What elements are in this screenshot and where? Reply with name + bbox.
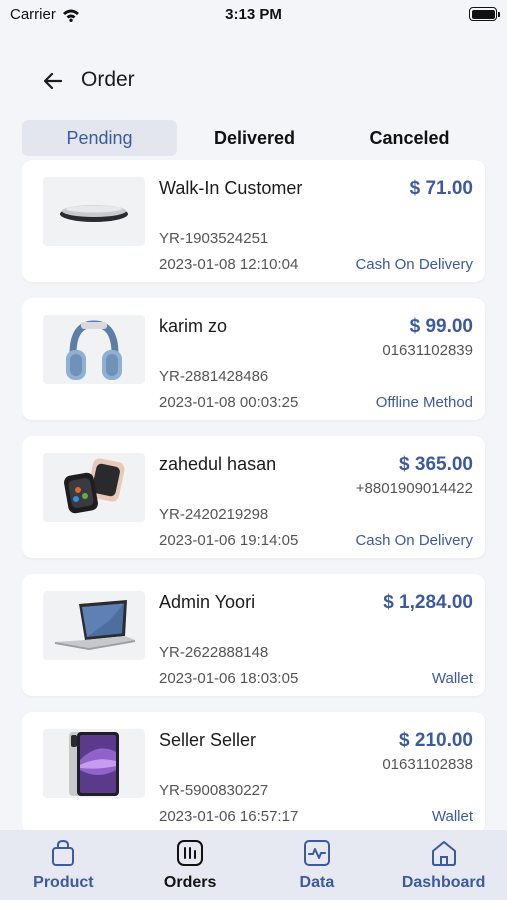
nav-orders[interactable]: Orders <box>127 830 254 900</box>
back-button[interactable] <box>38 68 68 94</box>
smartwatch-icon <box>64 457 125 513</box>
laptop-icon <box>55 599 135 650</box>
order-amount: $ 71.00 <box>409 178 473 199</box>
order-card[interactable]: Admin Yoori $ 1,284.00 YR-2622888148 202… <box>22 574 485 696</box>
battery-icon <box>469 7 500 21</box>
order-card[interactable]: Seller Seller $ 210.00 01631102838 YR-59… <box>22 712 485 830</box>
tab-delivered[interactable]: Delivered <box>177 120 332 156</box>
nav-dashboard[interactable]: Dashboard <box>380 830 507 900</box>
order-date: 2023-01-06 19:14:05 <box>159 532 299 549</box>
product-thumbnail <box>43 315 145 384</box>
order-id: YR-2420219298 <box>159 506 269 523</box>
order-list: Walk-In Customer $ 71.00 YR-1903524251 2… <box>22 160 487 830</box>
order-date: 2023-01-06 18:03:05 <box>159 670 299 687</box>
page-title: Order <box>81 68 135 91</box>
customer-name: Admin Yoori <box>159 592 256 612</box>
nav-data[interactable]: Data <box>254 830 381 900</box>
payment-method: Cash On Delivery <box>355 532 473 549</box>
customer-phone: 01631102838 <box>382 756 473 773</box>
bag-icon <box>52 839 75 866</box>
nav-label: Data <box>299 874 335 891</box>
payment-method: Cash On Delivery <box>355 256 473 273</box>
mouse-icon <box>60 204 128 222</box>
customer-name: Walk-In Customer <box>159 178 303 198</box>
order-id: YR-1903524251 <box>159 230 269 247</box>
order-amount: $ 1,284.00 <box>383 592 473 613</box>
bottom-navigation: Product Orders Data Dashboard <box>0 830 507 900</box>
order-id: YR-2622888148 <box>159 644 269 661</box>
payment-method: Wallet <box>431 670 473 687</box>
nav-product[interactable]: Product <box>0 830 127 900</box>
order-date: 2023-01-06 16:57:17 <box>159 808 299 825</box>
order-status-tabs: Pending Delivered Canceled <box>22 120 487 156</box>
order-date: 2023-01-08 12:10:04 <box>159 256 299 273</box>
order-amount: $ 99.00 <box>409 316 473 337</box>
order-date: 2023-01-08 00:03:25 <box>159 394 299 411</box>
headphones-icon <box>66 319 122 380</box>
customer-phone: 01631102839 <box>382 342 473 359</box>
orders-icon <box>177 840 204 866</box>
status-time: 3:13 PM <box>225 6 282 23</box>
nav-label: Dashboard <box>401 874 486 891</box>
payment-method: Offline Method <box>375 394 473 411</box>
order-amount: $ 365.00 <box>399 454 473 475</box>
chart-icon <box>303 840 330 866</box>
product-thumbnail <box>43 591 145 660</box>
arrow-left-icon <box>43 72 63 90</box>
customer-name: zahedul hasan <box>159 454 277 474</box>
status-bar: Carrier 3:13 PM <box>0 0 507 30</box>
nav-label: Orders <box>163 874 217 891</box>
product-thumbnail <box>43 177 145 246</box>
order-id: YR-2881428486 <box>159 368 269 385</box>
page-header: Order <box>0 56 507 106</box>
product-thumbnail <box>43 453 145 522</box>
tab-pending[interactable]: Pending <box>22 120 177 156</box>
customer-name: Seller Seller <box>159 730 257 750</box>
order-card[interactable]: karim zo $ 99.00 01631102839 YR-28814284… <box>22 298 485 420</box>
order-amount: $ 210.00 <box>399 730 473 751</box>
tablet-icon <box>69 731 119 796</box>
payment-method: Wallet <box>431 808 473 825</box>
order-id: YR-5900830227 <box>159 782 269 799</box>
customer-phone: +8801909014422 <box>355 480 473 497</box>
nav-label: Product <box>33 874 94 891</box>
product-thumbnail <box>43 729 145 798</box>
customer-name: karim zo <box>159 316 228 336</box>
order-card[interactable]: zahedul hasan $ 365.00 +8801909014422 YR… <box>22 436 485 558</box>
tab-canceled[interactable]: Canceled <box>332 120 487 156</box>
order-card[interactable]: Walk-In Customer $ 71.00 YR-1903524251 2… <box>22 160 485 282</box>
home-icon <box>431 841 456 866</box>
